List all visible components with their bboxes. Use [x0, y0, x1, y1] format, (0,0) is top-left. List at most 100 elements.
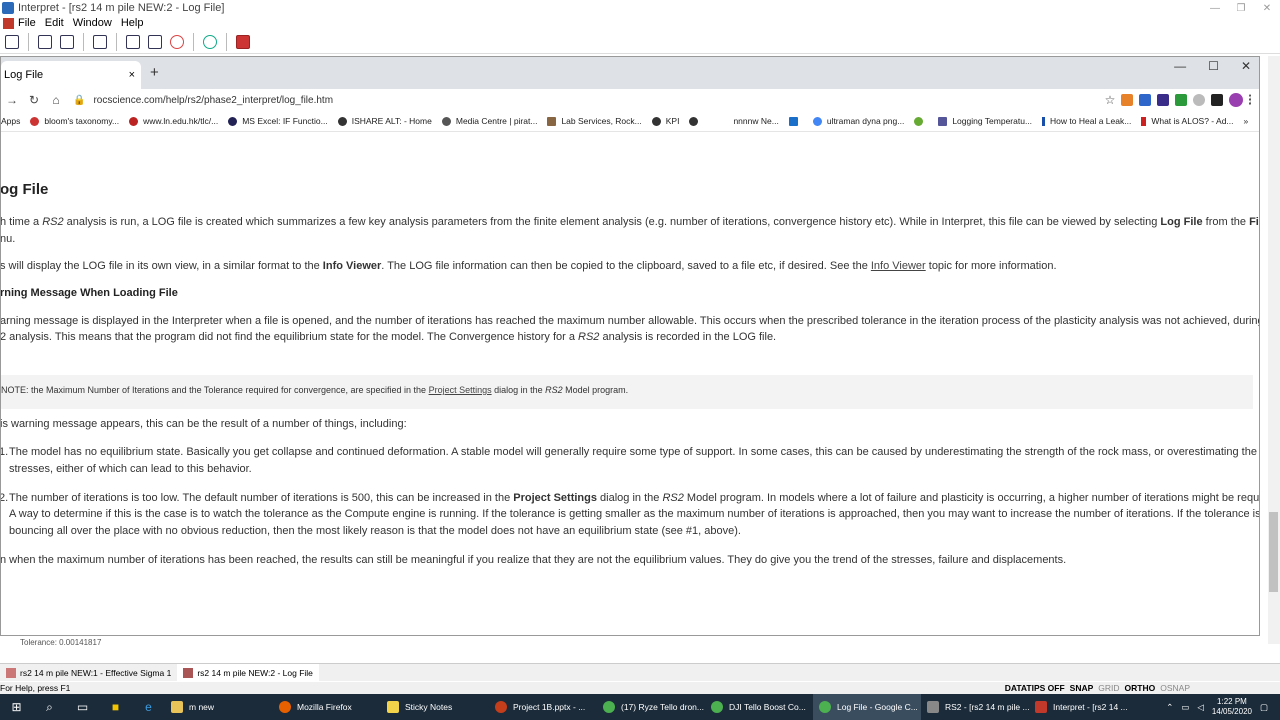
task-view-icon[interactable]: ▭: [66, 694, 99, 720]
page-content: og File h time a RS2 analysis is run, a …: [1, 134, 1259, 635]
taskbar-app[interactable]: Interpret - [rs2 14 ...: [1029, 694, 1137, 720]
bookmark-item[interactable]: [689, 116, 703, 126]
bookmark-item[interactable]: nnnnw Ne...: [733, 116, 778, 126]
volume-icon[interactable]: ◁: [1197, 702, 1204, 713]
print-preview-icon[interactable]: [57, 32, 77, 52]
snap-status[interactable]: SNAP: [1070, 683, 1094, 693]
bookmark-item[interactable]: How to Heal a Leak...: [1042, 116, 1131, 126]
taskbar-app[interactable]: (17) Ryze Tello dron...: [597, 694, 705, 720]
bookmark-item[interactable]: www.ln.edu.hk/tlc/...: [129, 116, 218, 126]
extension-icon[interactable]: [1139, 94, 1151, 106]
forward-icon[interactable]: →: [1, 93, 23, 107]
tile-horizontal-icon[interactable]: [145, 32, 165, 52]
paragraph: arning message is displayed in the Inter…: [1, 315, 1259, 327]
bookmark-item[interactable]: ISHARE ALT: - Home: [337, 116, 432, 126]
refresh-icon[interactable]: [200, 32, 220, 52]
bookmark-apps[interactable]: Apps: [1, 116, 20, 126]
maximize-icon[interactable]: ❐: [1228, 3, 1254, 14]
list-item-number: 1.: [1, 446, 9, 458]
document-tabs: rs2 14 m pile NEW:1 - Effective Sigma 1 …: [0, 663, 1280, 682]
ortho-status[interactable]: ORTHO: [1125, 683, 1156, 693]
browser-minimize-icon[interactable]: —: [1174, 59, 1186, 73]
extension-icon[interactable]: [1121, 94, 1133, 106]
extension-icon[interactable]: [1157, 94, 1169, 106]
menu-file[interactable]: File: [18, 17, 36, 29]
project-settings-link[interactable]: Project Settings: [429, 385, 492, 395]
extension-icon[interactable]: [1193, 94, 1205, 106]
edge-icon[interactable]: e: [132, 694, 165, 720]
bookmark-item[interactable]: Logging Temperatu...: [938, 116, 1032, 126]
browser-maximize-icon[interactable]: ☐: [1208, 59, 1219, 73]
new-tab-button[interactable]: +: [150, 64, 159, 81]
info-viewer-link[interactable]: Info Viewer: [871, 260, 926, 272]
store-icon[interactable]: ■: [99, 694, 132, 720]
minimize-icon[interactable]: —: [1202, 3, 1228, 14]
clock[interactable]: 1:22 PM 14/05/2020: [1212, 697, 1252, 717]
taskbar-app-active[interactable]: Log File - Google C...: [813, 694, 921, 720]
color-wheel-icon[interactable]: [167, 32, 187, 52]
scrollbar-thumb[interactable]: [1269, 512, 1278, 592]
bookmark-item[interactable]: bloom's taxonomy...: [30, 116, 119, 126]
profile-avatar[interactable]: [1229, 93, 1243, 107]
bookmarks-more-icon[interactable]: »: [1244, 116, 1249, 126]
browser-close-icon[interactable]: ✕: [1241, 59, 1251, 73]
bookmark-item[interactable]: MS Excel: IF Functio...: [228, 116, 328, 126]
home-icon[interactable]: ⌂: [45, 93, 67, 107]
notifications-icon[interactable]: ▢: [1260, 702, 1268, 713]
system-tray: ⌃ ▭ ◁ 1:22 PM 14/05/2020 ▢: [1166, 697, 1280, 717]
paragraph: nu.: [1, 233, 16, 245]
search-icon[interactable]: ⌕: [33, 694, 66, 720]
paragraph: n when the maximum number of iterations …: [1, 554, 1067, 566]
extension-icon[interactable]: [1175, 94, 1187, 106]
section-heading: rning Message When Loading File: [1, 287, 178, 299]
bookmark-item[interactable]: [788, 116, 803, 126]
close-icon[interactable]: ✕: [1254, 3, 1280, 14]
paragraph: s will display the LOG file in its own v…: [1, 260, 1057, 272]
menu-help[interactable]: Help: [121, 17, 144, 29]
list-item: The model has no equilibrium state. Basi…: [9, 446, 1259, 458]
print-icon[interactable]: [35, 32, 55, 52]
nav-bar: → ↻ ⌂ 🔒 rocscience.com/help/rs2/phase2_i…: [1, 89, 1259, 111]
bookmark-item[interactable]: Media Centre | pirat...: [441, 116, 537, 126]
taskbar-app[interactable]: RS2 - [rs2 14 m pile ...: [921, 694, 1029, 720]
taskbar-app[interactable]: Project 1B.pptx - ...: [489, 694, 597, 720]
tile-vertical-icon[interactable]: [123, 32, 143, 52]
taskbar-app[interactable]: m new: [165, 694, 273, 720]
tab-strip: Log File × + — ☐ ✕: [1, 57, 1259, 89]
tab-title: Log File: [4, 69, 44, 81]
tab-log-file[interactable]: Log File ×: [1, 61, 141, 89]
copy-icon[interactable]: [90, 32, 110, 52]
exit-icon[interactable]: [233, 32, 253, 52]
taskbar-app[interactable]: DJI Tello Boost Co...: [705, 694, 813, 720]
app-title-bar: Interpret - [rs2 14 m pile NEW:2 - Log F…: [0, 0, 1280, 16]
menu-dots-icon[interactable]: [1249, 94, 1253, 106]
bookmark-item[interactable]: [914, 116, 928, 126]
background-text: Tolerance: 0.00141817: [20, 638, 102, 647]
taskbar-app[interactable]: Sticky Notes: [381, 694, 489, 720]
tab-close-icon[interactable]: ×: [129, 69, 135, 81]
extension-icon[interactable]: [1211, 94, 1223, 106]
address-bar[interactable]: 🔒 rocscience.com/help/rs2/phase2_interpr…: [67, 90, 1099, 110]
save-icon[interactable]: [2, 32, 22, 52]
menu-bar: File Edit Window Help: [0, 16, 1280, 30]
tray-chevron-icon[interactable]: ⌃: [1166, 702, 1173, 713]
menu-edit[interactable]: Edit: [45, 17, 64, 29]
scrollbar[interactable]: [1268, 56, 1280, 644]
bookmark-item[interactable]: KPI: [651, 116, 679, 126]
network-icon[interactable]: ▭: [1181, 702, 1189, 713]
bookmark-item[interactable]: What is ALOS? - Ad...: [1141, 116, 1234, 126]
browser-window: Log File × + — ☐ ✕ → ↻ ⌂ 🔒 rocscience.com/…: [0, 56, 1260, 636]
bookmark-item[interactable]: Lab Services, Rock...: [547, 116, 642, 126]
grid-status[interactable]: GRID: [1098, 683, 1119, 693]
doc-tab-effective-sigma[interactable]: rs2 14 m pile NEW:1 - Effective Sigma 1: [0, 664, 177, 682]
bookmark-item[interactable]: ultraman dyna png...: [812, 116, 904, 126]
paragraph: 2 analysis. This means that the program …: [1, 331, 777, 343]
doc-tab-log-file[interactable]: rs2 14 m pile NEW:2 - Log File: [177, 663, 319, 682]
taskbar-app[interactable]: Mozilla Firefox: [273, 694, 381, 720]
datatips-status[interactable]: DATATIPS OFF: [1005, 683, 1065, 693]
menu-window[interactable]: Window: [73, 17, 112, 29]
star-icon[interactable]: ☆: [1099, 93, 1121, 107]
reload-icon[interactable]: ↻: [23, 93, 45, 107]
start-icon[interactable]: ⊞: [0, 694, 33, 720]
osnap-status[interactable]: OSNAP: [1160, 683, 1190, 693]
